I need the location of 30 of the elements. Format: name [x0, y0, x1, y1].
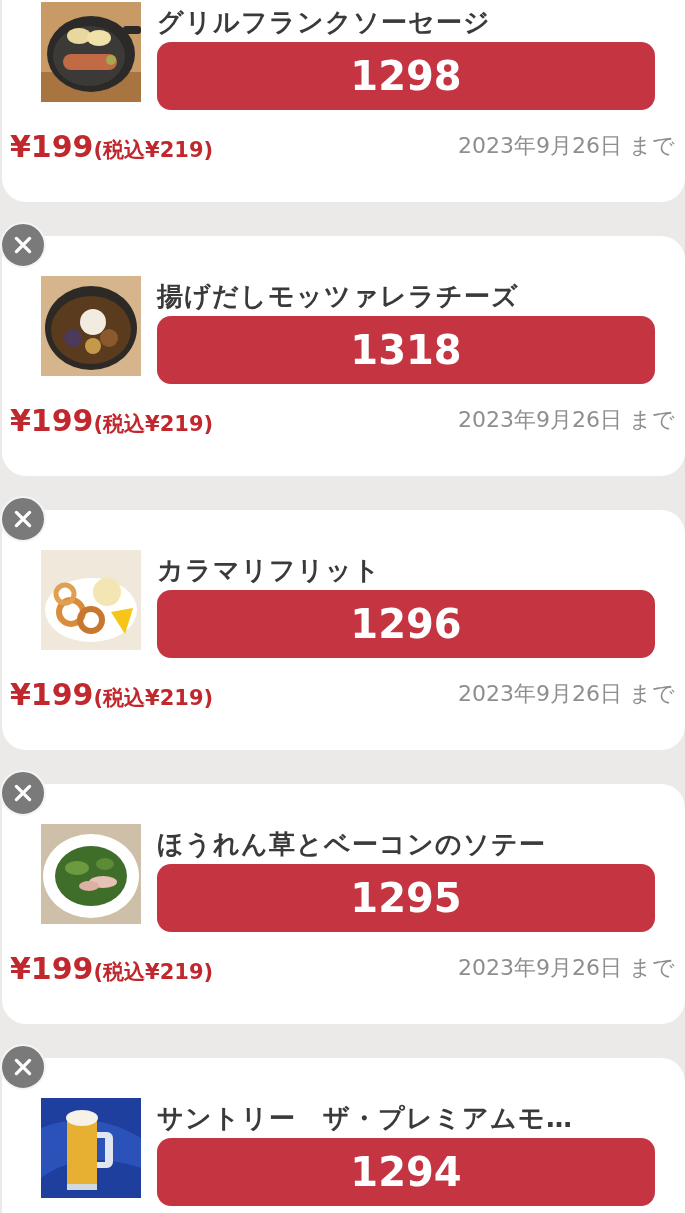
- price: ¥199: [10, 950, 94, 986]
- coupon-code-bar: 1296: [157, 590, 655, 658]
- tax-included-price: (税込¥219): [93, 958, 214, 986]
- price: ¥199: [10, 676, 94, 712]
- close-icon: [12, 508, 34, 530]
- close-button[interactable]: [0, 770, 46, 816]
- coupon-code-bar: 1294: [157, 1138, 655, 1206]
- expiry-date: 2023年9月26日 まで: [458, 406, 675, 434]
- product-name: サントリー ザ・プレミアムモ…: [157, 1102, 574, 1135]
- close-icon: [12, 1056, 34, 1078]
- coupon-code-bar: 1318: [157, 316, 655, 384]
- product-name: カラマリフリット: [157, 554, 382, 587]
- tax-included-price: (税込¥219): [93, 410, 214, 438]
- close-button[interactable]: [0, 1044, 46, 1090]
- expiry-date: 2023年9月26日 まで: [458, 680, 675, 708]
- tax-included-price: (税込¥219): [93, 684, 214, 712]
- expiry-date: 2023年9月26日 まで: [458, 132, 675, 160]
- price: ¥199: [10, 128, 94, 164]
- tax-included-price: (税込¥219): [93, 136, 214, 164]
- product-name: グリルフランクソーセージ: [157, 6, 492, 39]
- close-icon: [12, 782, 34, 804]
- close-button[interactable]: [0, 496, 46, 542]
- close-icon: [12, 234, 34, 256]
- product-name: ほうれん草とベーコンのソテー: [157, 828, 547, 861]
- product-name: 揚げだしモッツァレラチーズ: [157, 280, 520, 313]
- close-button[interactable]: [0, 222, 46, 268]
- coupon-code-bar: 1298: [157, 42, 655, 110]
- coupon-code-bar: 1295: [157, 864, 655, 932]
- price: ¥199: [10, 402, 94, 438]
- expiry-date: 2023年9月26日 まで: [458, 954, 675, 982]
